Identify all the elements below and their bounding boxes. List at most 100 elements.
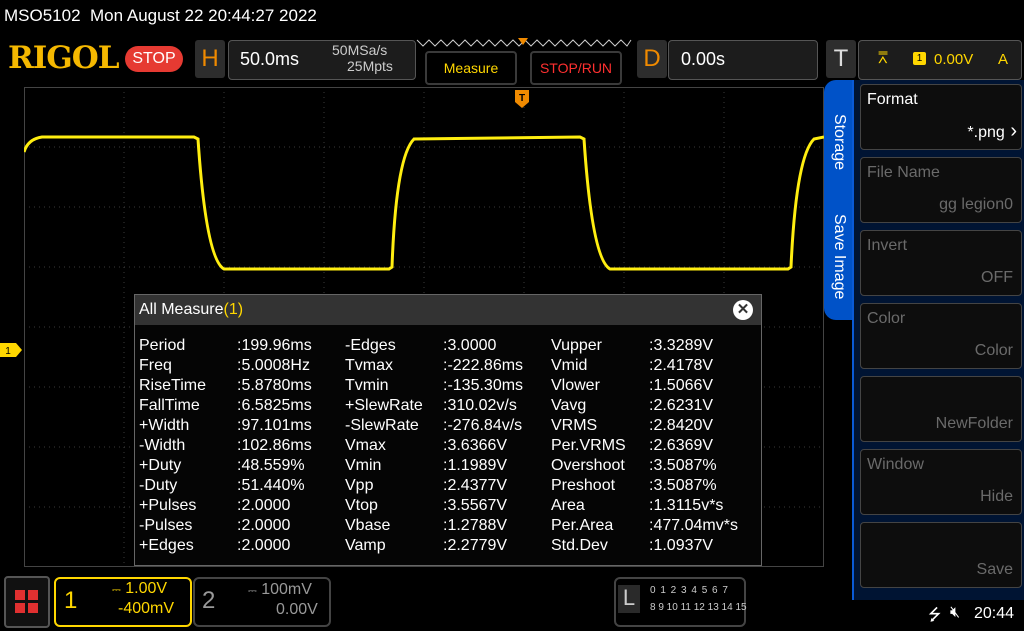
measure-value: :1.5066V <box>649 377 714 394</box>
menu-item-label: File Name <box>867 164 940 181</box>
ch1-offset: -400mV <box>118 600 175 617</box>
measure-name: Vavg <box>551 397 587 414</box>
measure-name: RiseTime <box>139 377 206 394</box>
stop-run-button[interactable]: STOP/RUN <box>530 51 622 85</box>
ch1-offset-marker[interactable]: 1 <box>0 343 22 357</box>
menu-item[interactable]: Window Hide <box>860 449 1022 515</box>
menu-item-label: Color <box>867 310 906 327</box>
measure-panel-header: All Measure(1) ✕ <box>135 295 761 325</box>
measure-name: FallTime <box>139 397 200 414</box>
menu-item-value-text: Hide <box>980 488 1013 505</box>
menu-item-value-text: NewFolder <box>935 415 1013 432</box>
memory-depth: 25Mpts <box>347 58 393 74</box>
measure-value: :2.0000 <box>237 537 291 554</box>
menu-item-value-text: gg legion0 <box>939 196 1013 213</box>
menu-item-value: gg legion0 <box>939 196 1013 214</box>
trigger-level: 0.00V <box>934 51 974 68</box>
horizontal-key[interactable]: H <box>195 40 225 78</box>
measure-value: :3.6366V <box>443 437 508 454</box>
tab-storage[interactable]: Storage <box>830 114 848 170</box>
la-key: L <box>618 585 640 613</box>
home-button[interactable] <box>4 576 50 628</box>
measure-value: :477.04mv*s <box>649 517 738 534</box>
measure-name: Per.Area <box>551 517 614 534</box>
measure-value: :2.2779V <box>443 537 508 554</box>
measure-name: Period <box>139 337 186 354</box>
measure-value: :2.8420V <box>649 417 714 434</box>
menu-item-label: Window <box>867 456 924 473</box>
measure-value: :5.8780ms <box>237 377 312 394</box>
delay-key[interactable]: D <box>637 40 667 78</box>
measure-name: -Width <box>139 437 186 454</box>
dc-coupling-icon: ⎓ <box>112 584 121 596</box>
measure-value: :102.86ms <box>237 437 312 454</box>
run-state-badge: STOP <box>125 46 183 72</box>
timebase-value: 50.0ms <box>240 49 300 69</box>
menu-item-label: Format <box>867 91 918 108</box>
measure-value: :-276.84v/s <box>443 417 523 434</box>
measure-name: +Pulses <box>139 497 197 514</box>
status-text: MSO5102 Mon August 22 20:44:27 2022 <box>4 6 317 25</box>
measure-value: :48.559% <box>237 457 305 474</box>
measure-value: :3.3289V <box>649 337 714 354</box>
svg-text:1: 1 <box>5 346 11 357</box>
measure-value: :1.0937V <box>649 537 714 554</box>
measure-name: -Duty <box>139 477 178 494</box>
la-channels-row1: 0 1 2 3 4 5 6 7 <box>650 585 729 596</box>
measure-name: Area <box>551 497 585 514</box>
measure-name: Freq <box>139 357 172 374</box>
measure-name: Vmid <box>551 357 588 374</box>
measure-value: :2.6231V <box>649 397 714 414</box>
menu-item[interactable]: Format *.png › <box>860 84 1022 150</box>
menu-item[interactable]: File Name gg legion0 <box>860 157 1022 223</box>
measure-value: :97.101ms <box>237 417 312 434</box>
delay-value: 0.00s <box>681 49 726 69</box>
measure-value: :310.02v/s <box>443 397 517 414</box>
measure-value: :-222.86ms <box>443 357 524 374</box>
menu-item[interactable]: Invert OFF <box>860 230 1022 296</box>
measure-name: Vamp <box>345 537 386 554</box>
measure-value: :1.1989V <box>443 457 508 474</box>
measure-value: :51.440% <box>237 477 305 494</box>
measure-value: :2.6369V <box>649 437 714 454</box>
trigger-position-marker: T <box>515 90 529 108</box>
measure-value: :2.0000 <box>237 497 291 514</box>
measure-name: +Width <box>139 417 190 434</box>
svg-text:T: T <box>519 93 525 104</box>
usb-icon: ⭍ <box>928 607 942 624</box>
speaker-muted-icon[interactable]: 🔇︎ <box>950 604 960 622</box>
ch1-number: 1 <box>64 587 78 614</box>
measure-name: -SlewRate <box>345 417 419 434</box>
measure-name: Tvmin <box>345 377 389 394</box>
measure-button[interactable]: Measure <box>425 51 517 85</box>
measure-name: Per.VRMS <box>551 437 626 454</box>
menu-item-value: Save <box>977 561 1013 579</box>
menu-item-value: OFF <box>981 269 1013 287</box>
measure-value: :-135.30ms <box>443 377 524 394</box>
rising-edge-icon: ⩞ <box>878 50 888 67</box>
menu-item[interactable]: Color Color <box>860 303 1022 369</box>
ch1-scale: ⎓ 1.00V <box>112 580 168 597</box>
measure-value: :2.4178V <box>649 357 714 374</box>
measure-name: Vupper <box>551 337 602 354</box>
measure-name: Vpp <box>345 477 374 494</box>
measure-name: Vmax <box>345 437 386 454</box>
menu-item[interactable]: NewFolder <box>860 376 1022 442</box>
close-icon[interactable]: ✕ <box>733 300 753 320</box>
menu-item-value: Color <box>975 342 1013 360</box>
trigger-key[interactable]: T <box>826 40 856 78</box>
clock: 20:44 <box>974 605 1015 622</box>
ch2-offset: 0.00V <box>276 601 318 618</box>
measure-value: :2.0000 <box>237 517 291 534</box>
measure-name: Preshoot <box>551 477 616 494</box>
measure-value: :6.5825ms <box>237 397 312 414</box>
trigger-position-strip <box>416 38 632 47</box>
measure-name: -Edges <box>345 337 396 354</box>
measure-name: Tvmax <box>345 357 393 374</box>
menu-item[interactable]: Save <box>860 522 1022 588</box>
tab-save-image[interactable]: Save Image <box>830 214 848 299</box>
app-grid-icon <box>15 590 38 613</box>
menu-item-label: Invert <box>867 237 908 254</box>
measure-value: :1.2788V <box>443 517 508 534</box>
measure-name: Vtop <box>345 497 378 514</box>
